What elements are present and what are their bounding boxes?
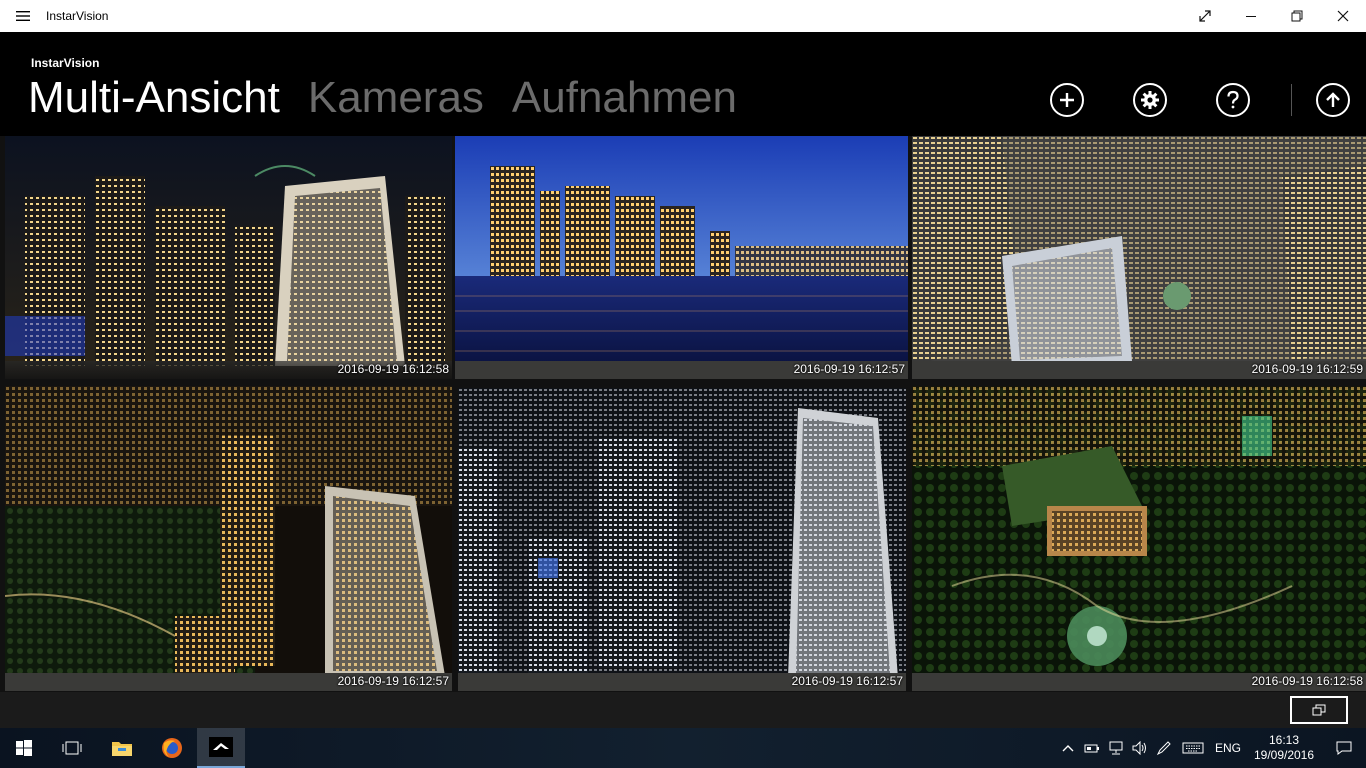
keyboard-icon[interactable]: [1176, 742, 1210, 754]
camera-timestamp: 2016-09-19 16:12:58: [1251, 674, 1363, 688]
battery-icon[interactable]: [1080, 742, 1104, 754]
camera-tile[interactable]: 2016-09-19 16:12:59: [912, 136, 1366, 379]
header-separator: [1291, 84, 1292, 116]
app-name: InstarVision: [31, 56, 100, 70]
tab-multi-ansicht[interactable]: Multi-Ansicht: [28, 76, 280, 120]
gear-icon: [1141, 91, 1159, 109]
arrow-up-icon: [1326, 92, 1340, 107]
minimize-icon[interactable]: [1228, 0, 1274, 32]
bottom-app-bar: [0, 692, 1366, 728]
network-icon[interactable]: [1104, 741, 1128, 755]
tab-kameras[interactable]: Kameras: [308, 76, 484, 120]
pivot-tabs: Multi-Ansicht Kameras Aufnahmen: [28, 76, 737, 120]
camera-tile[interactable]: 2016-09-19 16:12:58: [912, 386, 1366, 691]
system-tray: ENG 16:13 19/09/2016: [1056, 728, 1366, 768]
settings-button[interactable]: [1133, 83, 1167, 117]
camera-feed-image: [5, 386, 452, 691]
camera-tile[interactable]: 2016-09-19 16:12:57: [5, 386, 452, 691]
windows-overlap-icon: [1312, 704, 1326, 716]
task-view-icon[interactable]: [48, 728, 96, 768]
camera-feed-image: [912, 386, 1366, 691]
camera-feed-image: [455, 136, 908, 379]
restore-icon[interactable]: [1274, 0, 1320, 32]
camera-timestamp: 2016-09-19 16:12:57: [337, 674, 449, 688]
window-title: InstarVision: [46, 9, 109, 23]
camera-feed-image: [5, 136, 452, 379]
camera-tile[interactable]: 2016-09-19 16:12:57: [458, 388, 906, 691]
volume-icon[interactable]: [1128, 741, 1152, 755]
expand-icon[interactable]: [1182, 0, 1228, 32]
help-button[interactable]: [1216, 83, 1250, 117]
question-icon: [1227, 90, 1239, 109]
app-header: InstarVision Multi-Ansicht Kameras Aufna…: [0, 32, 1366, 136]
add-camera-button[interactable]: [1050, 83, 1084, 117]
camera-tile[interactable]: 2016-09-19 16:12:57: [455, 136, 908, 379]
action-center-icon[interactable]: [1322, 740, 1366, 756]
camera-timestamp: 2016-09-19 16:12:57: [791, 674, 903, 688]
hamburger-icon[interactable]: [0, 0, 46, 32]
camera-timestamp: 2016-09-19 16:12:57: [793, 362, 905, 376]
title-bar: InstarVision: [0, 0, 1366, 32]
instarvision-icon[interactable]: [197, 728, 245, 768]
language-indicator[interactable]: ENG: [1210, 741, 1246, 755]
pen-icon[interactable]: [1152, 740, 1176, 756]
app-window: InstarVision InstarVision Multi-Ansicht …: [0, 0, 1366, 768]
close-icon[interactable]: [1320, 0, 1366, 32]
camera-grid: 2016-09-19 16:12:58 2016-09-19 16:12:57 …: [0, 136, 1366, 692]
camera-feed-image: [458, 388, 906, 691]
camera-feed-image: [912, 136, 1366, 379]
camera-tile[interactable]: 2016-09-19 16:12:58: [5, 136, 452, 379]
clock-date: 19/09/2016: [1253, 748, 1315, 762]
camera-timestamp: 2016-09-19 16:12:59: [1251, 362, 1363, 376]
chevron-up-icon[interactable]: [1056, 744, 1080, 752]
firefox-icon[interactable]: [148, 728, 196, 768]
file-explorer-icon[interactable]: [98, 728, 146, 768]
start-icon[interactable]: [0, 728, 48, 768]
windows-taskbar: ENG 16:13 19/09/2016: [0, 728, 1366, 768]
upload-button[interactable]: [1316, 83, 1350, 117]
clock[interactable]: 16:13 19/09/2016: [1246, 733, 1322, 763]
camera-timestamp: 2016-09-19 16:12:58: [337, 362, 449, 376]
tab-aufnahmen[interactable]: Aufnahmen: [512, 76, 737, 120]
clock-time: 16:13: [1268, 733, 1300, 747]
plus-icon: [1060, 93, 1074, 107]
layout-toggle-button[interactable]: [1290, 696, 1348, 724]
